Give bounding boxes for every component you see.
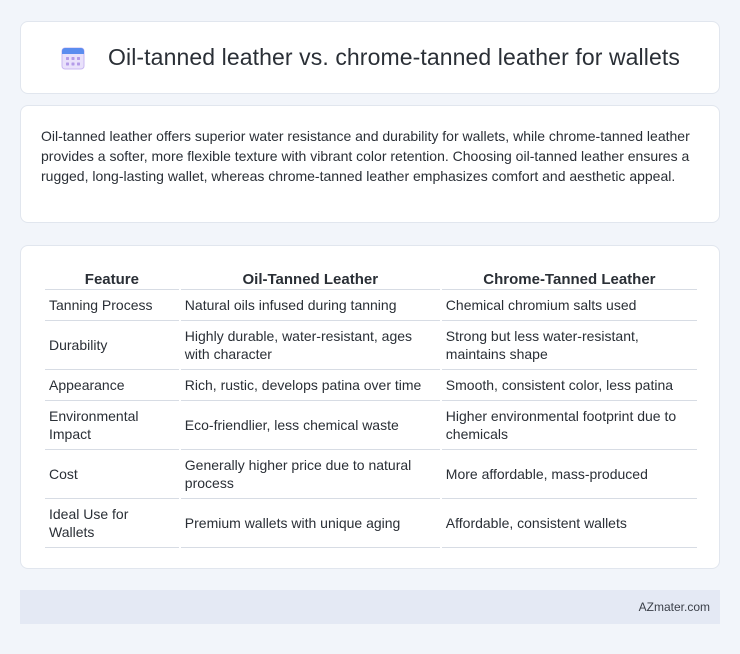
feature-cell: Appearance (45, 370, 179, 401)
header-card: Oil-tanned leather vs. chrome-tanned lea… (20, 21, 720, 94)
chrome-tanned-cell: Higher environmental footprint due to ch… (441, 401, 697, 450)
table-row: Ideal Use for Wallets Premium wallets wi… (45, 499, 697, 548)
column-header-chrome-tanned: Chrome-Tanned Leather (441, 266, 697, 290)
page-title: Oil-tanned leather vs. chrome-tanned lea… (108, 44, 680, 70)
footer-bar: AZmater.com (20, 590, 720, 624)
summary-text: Oil-tanned leather offers superior water… (41, 128, 690, 184)
oil-tanned-cell: Eco-friendlier, less chemical waste (180, 401, 440, 450)
feature-cell: Durability (45, 321, 179, 370)
chrome-tanned-cell: Affordable, consistent wallets (441, 499, 697, 548)
calendar-icon (60, 45, 86, 71)
footer-brand-link[interactable]: AZmater.com (639, 600, 710, 614)
oil-tanned-cell: Natural oils infused during tanning (180, 290, 440, 321)
oil-tanned-cell: Premium wallets with unique aging (180, 499, 440, 548)
feature-cell: Tanning Process (45, 290, 179, 321)
summary-card: Oil-tanned leather offers superior water… (20, 105, 720, 223)
table-header-row: Feature Oil-Tanned Leather Chrome-Tanned… (45, 266, 697, 290)
table-row: Durability Highly durable, water-resista… (45, 321, 697, 370)
table-row: Environmental Impact Eco-friendlier, les… (45, 401, 697, 450)
header-inner: Oil-tanned leather vs. chrome-tanned lea… (60, 44, 680, 71)
table-row: Appearance Rich, rustic, develops patina… (45, 370, 697, 401)
table-row: Cost Generally higher price due to natur… (45, 450, 697, 499)
oil-tanned-cell: Rich, rustic, develops patina over time (180, 370, 440, 401)
chrome-tanned-cell: Strong but less water-resistant, maintai… (441, 321, 697, 370)
column-header-oil-tanned: Oil-Tanned Leather (180, 266, 440, 290)
chrome-tanned-cell: More affordable, mass-produced (441, 450, 697, 499)
comparison-table: Feature Oil-Tanned Leather Chrome-Tanned… (43, 266, 699, 548)
oil-tanned-cell: Highly durable, water-resistant, ages wi… (180, 321, 440, 370)
chrome-tanned-cell: Smooth, consistent color, less patina (441, 370, 697, 401)
feature-cell: Ideal Use for Wallets (45, 499, 179, 548)
oil-tanned-cell: Generally higher price due to natural pr… (180, 450, 440, 499)
table-row: Tanning Process Natural oils infused dur… (45, 290, 697, 321)
feature-cell: Environmental Impact (45, 401, 179, 450)
chrome-tanned-cell: Chemical chromium salts used (441, 290, 697, 321)
comparison-card: Feature Oil-Tanned Leather Chrome-Tanned… (20, 245, 720, 569)
feature-cell: Cost (45, 450, 179, 499)
column-header-feature: Feature (45, 266, 179, 290)
